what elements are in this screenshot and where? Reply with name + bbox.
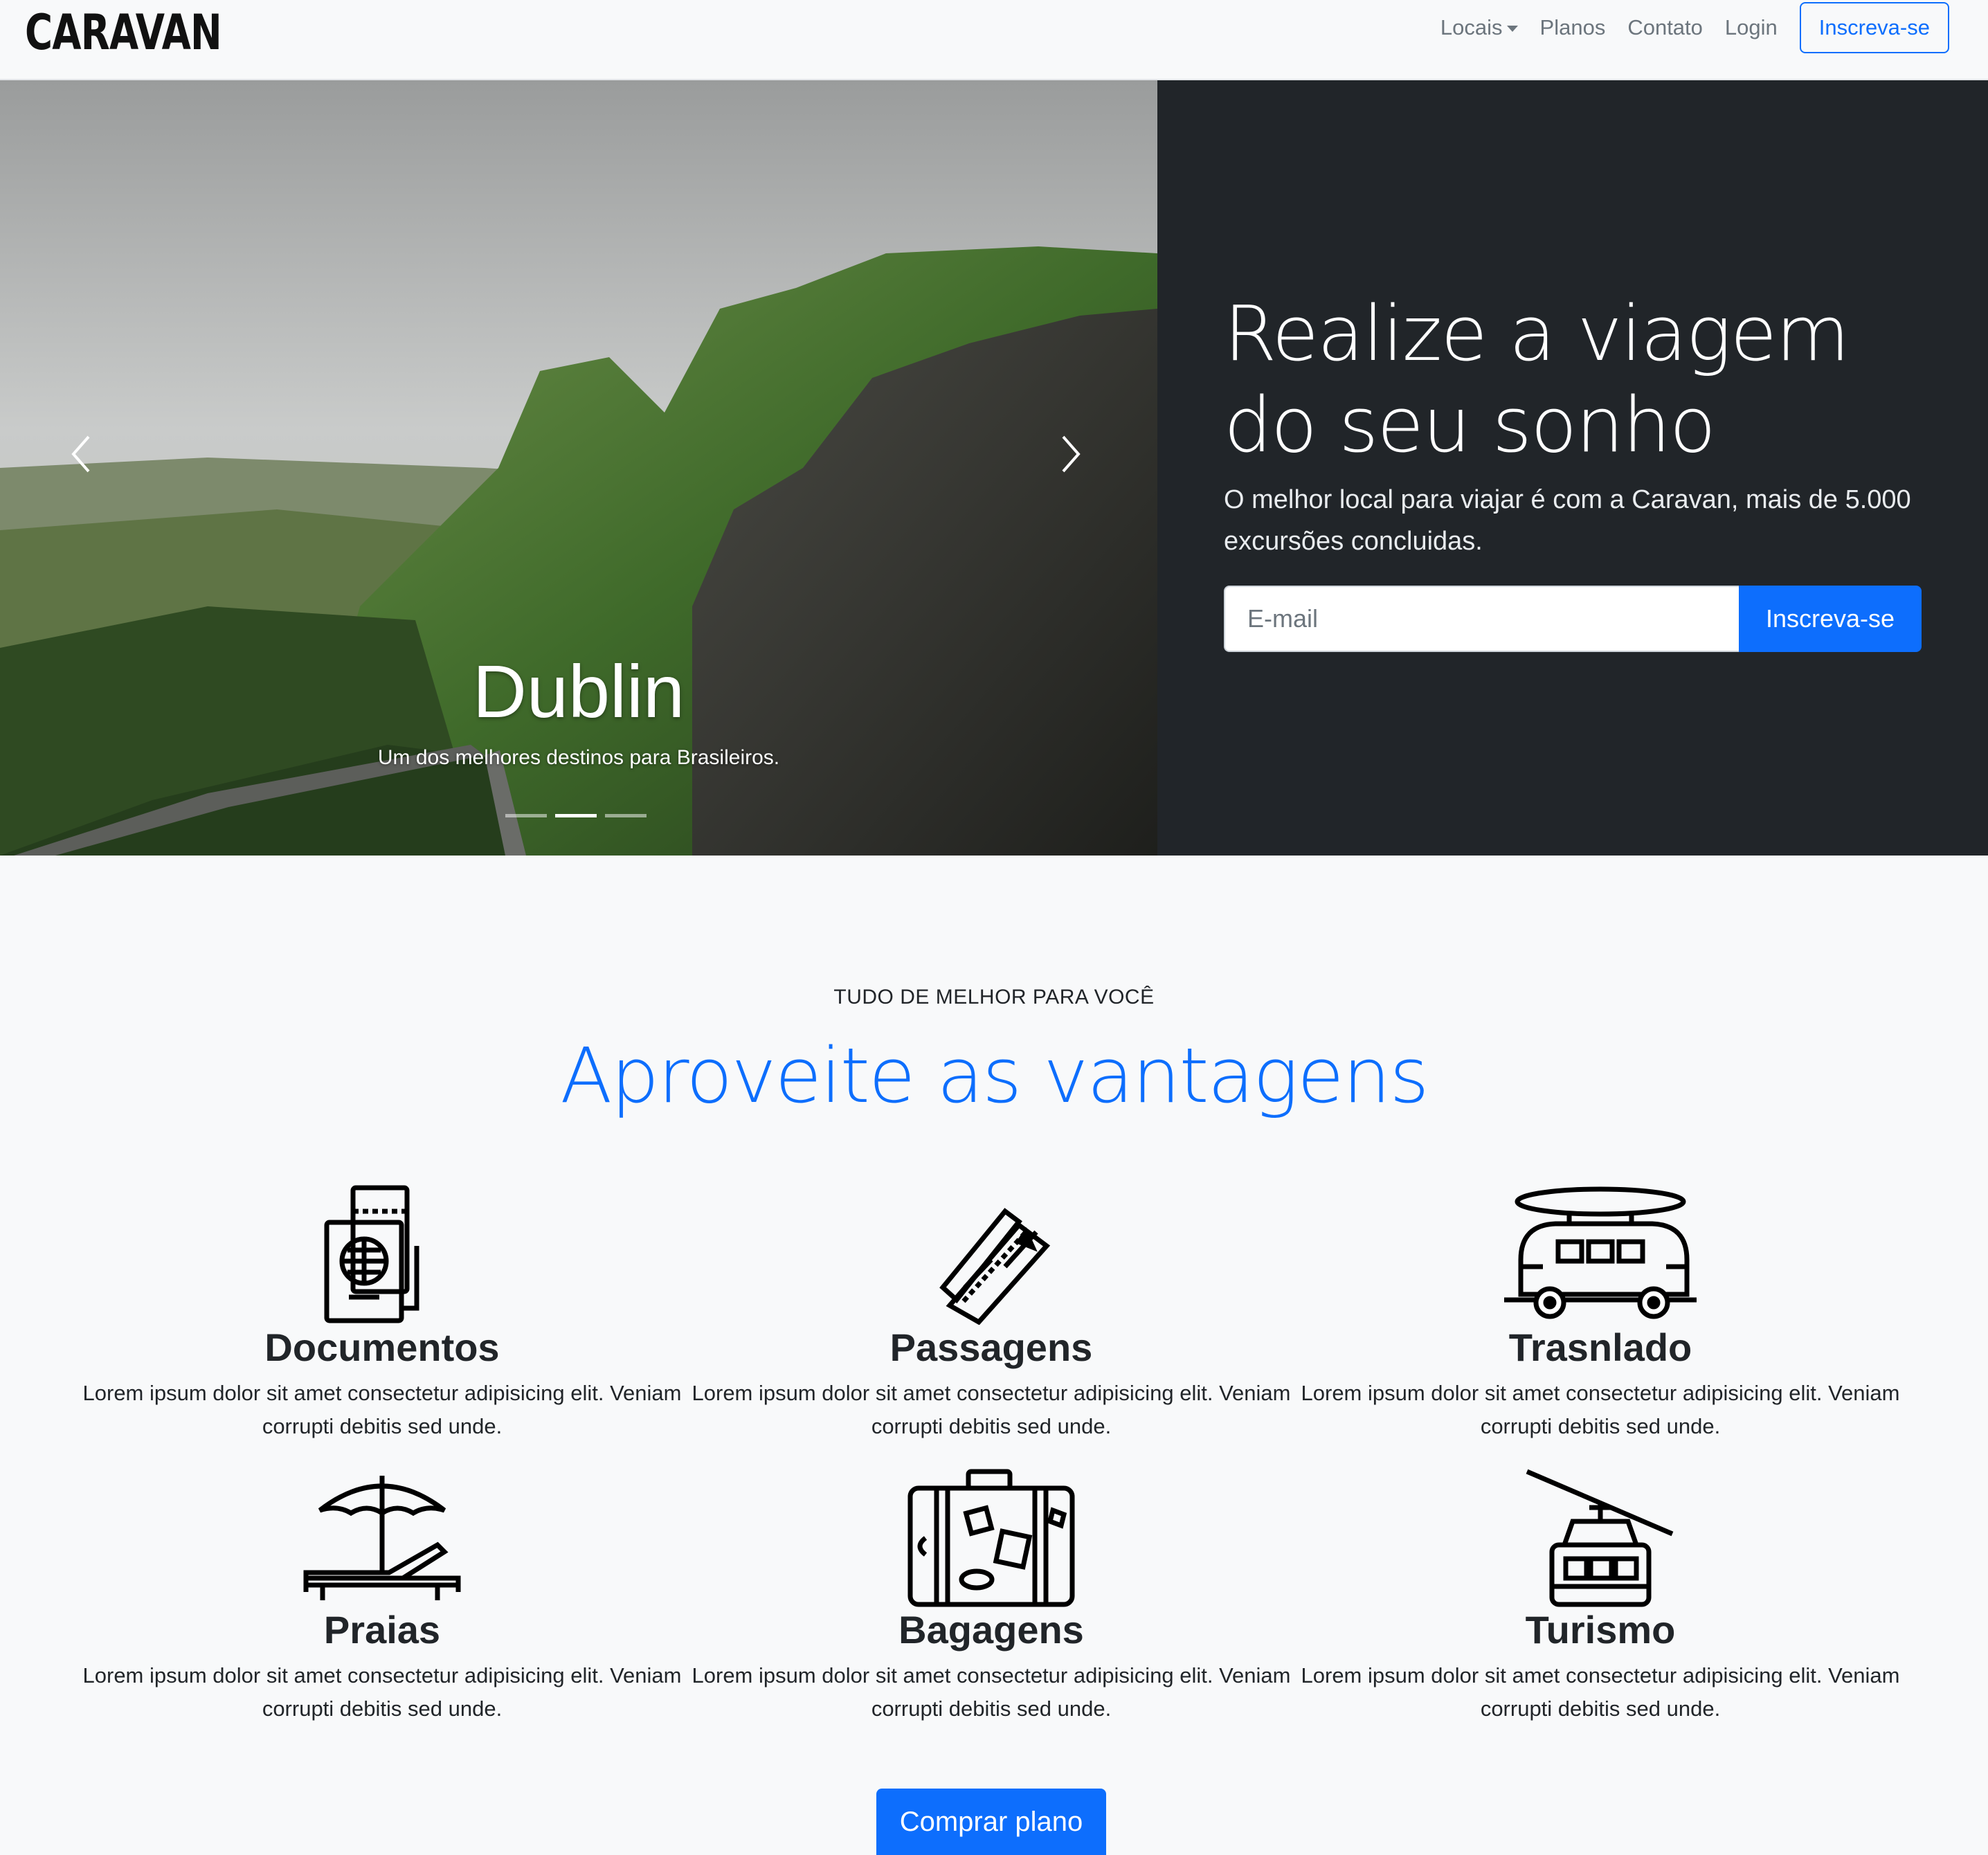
feature-title: Turismo	[1525, 1608, 1676, 1652]
nav-link-login[interactable]: Login	[1725, 15, 1778, 40]
carousel-caption-title: Dublin	[472, 649, 685, 733]
carousel-caption-text: Um dos melhores destinos para Brasileiro…	[377, 746, 780, 769]
carousel-indicator[interactable]	[605, 814, 647, 817]
feature-text: Lorem ipsum dolor sit amet consectetur a…	[692, 1663, 1291, 1721]
feature-title: Documentos	[264, 1325, 500, 1369]
chevron-right-icon	[1062, 435, 1081, 473]
cable-car-icon	[1526, 1469, 1674, 1607]
signup-button[interactable]: Inscreva-se	[1739, 586, 1922, 652]
chevron-left-icon	[71, 435, 90, 473]
hero-title: Realize a viagem do seu sonho	[1224, 289, 1850, 469]
chevron-down-icon	[1506, 26, 1518, 33]
feature-title: Bagagens	[898, 1608, 1084, 1652]
carousel: Dublin Um dos melhores destinos para Bra…	[0, 80, 1157, 856]
section-title: Aproveite as vantagens	[560, 1031, 1429, 1120]
nav-link-planos[interactable]: Planos	[1540, 15, 1606, 40]
navbar: CARAVAN Locais Planos Contato Login Insc…	[0, 0, 1988, 80]
feature-text: Lorem ipsum dolor sit amet consectetur a…	[1301, 1663, 1900, 1721]
feature-text: Lorem ipsum dolor sit amet consectetur a…	[692, 1381, 1291, 1438]
feature-title: Passagens	[889, 1325, 1093, 1369]
nav-link-contato[interactable]: Contato	[1627, 15, 1703, 40]
feature-card: Documentos Lorem ipsum dolor sit amet co…	[78, 1184, 687, 1443]
section-eyebrow: TUDO DE MELHOR PARA VOCÊ	[833, 986, 1155, 1008]
ticket-icon	[939, 1208, 1051, 1325]
email-input[interactable]	[1224, 586, 1739, 652]
buy-plan-button[interactable]: Comprar plano	[876, 1789, 1106, 1855]
hero-panel: Realize a viagem do seu sonho O melhor l…	[1157, 80, 1988, 856]
feature-text: Lorem ipsum dolor sit amet consectetur a…	[82, 1381, 682, 1438]
carousel-prev-button[interactable]	[61, 426, 102, 482]
feature-card: Turismo Lorem ipsum dolor sit amet conse…	[1296, 1469, 1905, 1726]
hero-section: Dublin Um dos melhores destinos para Bra…	[0, 80, 1988, 856]
hero-subtitle: O melhor local para viajar é com a Carav…	[1224, 485, 1911, 556]
nav-signup-button[interactable]: Inscreva-se	[1799, 2, 1949, 53]
carousel-next-button[interactable]	[1049, 426, 1091, 482]
feature-card: Trasnlado Lorem ipsum dolor sit amet con…	[1296, 1184, 1905, 1443]
carousel-image	[0, 80, 1157, 856]
signup-form: Inscreva-se	[1224, 586, 1922, 652]
van-icon	[1504, 1186, 1697, 1319]
carousel-indicators	[505, 814, 647, 817]
feature-card: Praias Lorem ipsum dolor sit amet consec…	[78, 1469, 687, 1726]
beach-umbrella-icon	[303, 1476, 461, 1600]
feature-card: Passagens Lorem ipsum dolor sit amet con…	[687, 1184, 1296, 1443]
carousel-indicator[interactable]	[505, 814, 547, 817]
passport-icon	[324, 1185, 419, 1323]
feature-text: Lorem ipsum dolor sit amet consectetur a…	[1301, 1381, 1900, 1438]
feature-title: Praias	[323, 1608, 441, 1652]
nav-links: Locais Planos Contato Login Inscreva-se	[1418, 0, 1949, 55]
feature-text: Lorem ipsum dolor sit amet consectetur a…	[82, 1663, 682, 1721]
suitcase-icon	[907, 1469, 1075, 1607]
nav-link-locais[interactable]: Locais	[1440, 15, 1518, 40]
feature-card: Bagagens Lorem ipsum dolor sit amet cons…	[687, 1469, 1296, 1726]
brand-logo[interactable]: CARAVAN	[25, 4, 222, 61]
feature-title: Trasnlado	[1508, 1325, 1692, 1369]
carousel-indicator-active[interactable]	[555, 814, 597, 817]
